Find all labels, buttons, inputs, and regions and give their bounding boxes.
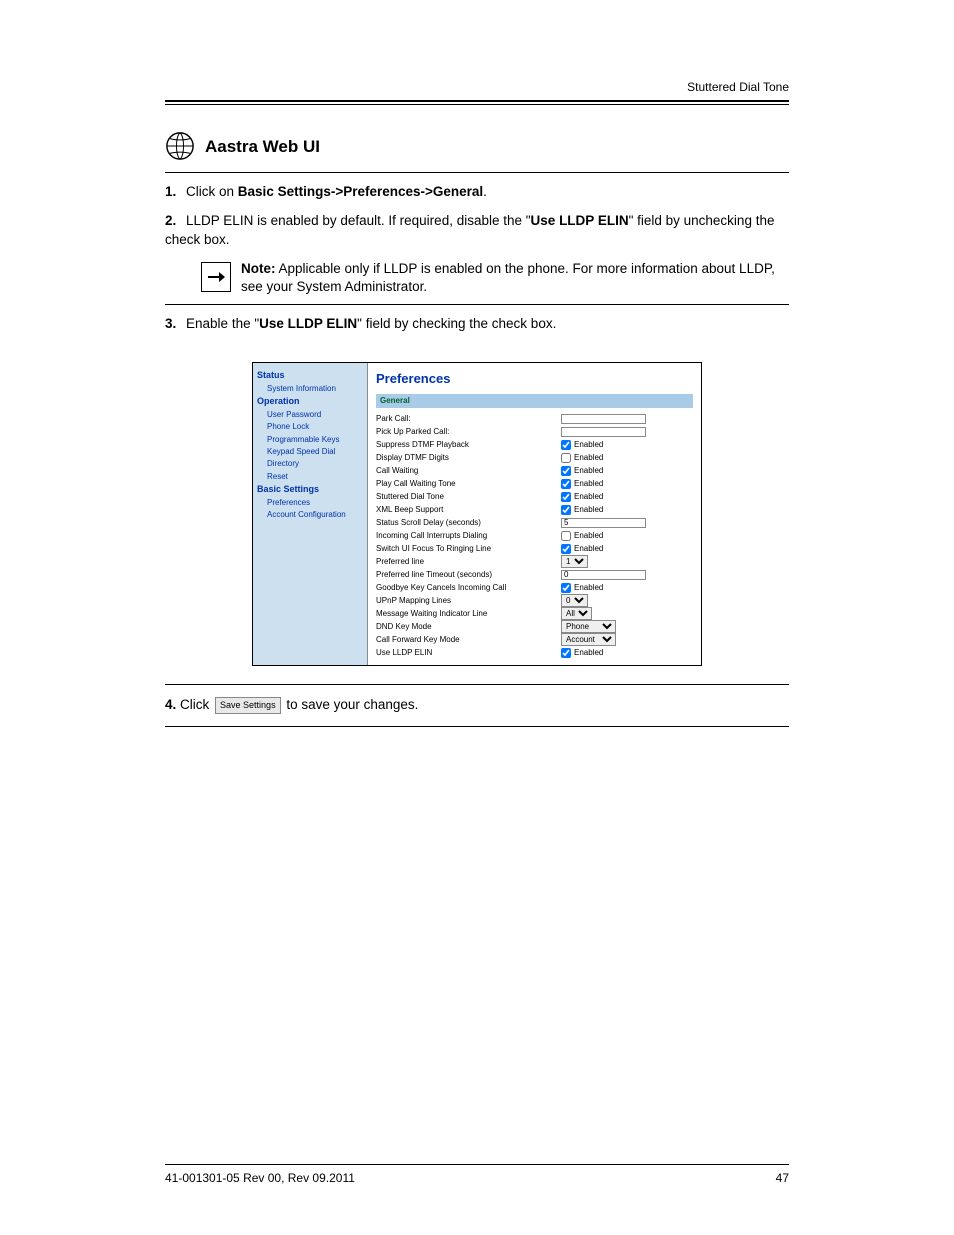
section-bar-general: General [376,394,693,408]
save-settings-button[interactable]: Save Settings [215,697,281,715]
page-footer: 41-001301-05 Rev 00, Rev 09.2011 47 [165,1164,789,1185]
step-rule-end [165,726,789,727]
gk-check[interactable] [561,583,571,593]
lbl-plt: Preferred line Timeout (seconds) [376,570,561,580]
step-rule-bottom [165,684,789,685]
sidebar-item-directory[interactable]: Directory [257,458,363,470]
lbl-lldp: Use LLDP ELIN [376,648,561,658]
step-2: 2. LLDP ELIN is enabled by default. If r… [165,212,789,250]
step-4: 4. Click Save Settings to save your chan… [165,695,789,715]
arrow-right-icon [201,262,231,292]
header-rule-thick [165,100,789,102]
step-1: 1. Click on Basic Settings->Preferences-… [165,183,789,202]
lbl-park: Park Call: [376,414,561,424]
lbl-pickup: Pick Up Parked Call: [376,427,561,437]
lbl-ssd: Status Scroll Delay (seconds) [376,518,561,528]
lbl-mwi: Message Waiting Indicator Line [376,609,561,619]
lbl-cfkm: Call Forward Key Mode [376,635,561,645]
pcwt-check[interactable] [561,479,571,489]
sidebar-item-speeddial[interactable]: Keypad Speed Dial [257,446,363,458]
lbl-suf: Switch UI Focus To Ringing Line [376,544,561,554]
section-title: Aastra Web UI [205,131,320,157]
step-rule-top [165,172,789,173]
suf-check[interactable] [561,544,571,554]
step-3: 3. Enable the "Use LLDP ELIN" field by c… [165,315,789,334]
mwi-select[interactable]: All [561,607,592,620]
cfkm-select[interactable]: Account [561,633,616,646]
lbl-upnp: UPnP Mapping Lines [376,596,561,606]
globe-icon [165,131,195,164]
sidebar-item-userpwd[interactable]: User Password [257,409,363,421]
lbl-pcwt: Play Call Waiting Tone [376,479,561,489]
xml-check[interactable] [561,505,571,515]
step-rule-mid [165,304,789,305]
sidebar-status[interactable]: Status [257,369,363,383]
sidebar-item-prefs[interactable]: Preferences [257,497,363,509]
sidebar-item-reset[interactable]: Reset [257,471,363,483]
park-input[interactable] [561,414,646,424]
lbl-xml: XML Beep Support [376,505,561,515]
icid-check[interactable] [561,531,571,541]
cw-check[interactable] [561,466,571,476]
lbl-dnd: DND Key Mode [376,622,561,632]
lbl-sdt: Stuttered Dial Tone [376,492,561,502]
lbl-gk: Goodbye Key Cancels Incoming Call [376,583,561,593]
dtmf-check[interactable] [561,440,571,450]
sidebar-item-progkeys[interactable]: Programmable Keys [257,434,363,446]
lbl-dtmfd: Display DTMF Digits [376,453,561,463]
pl-select[interactable]: 1 [561,555,588,568]
sidebar-item-acct[interactable]: Account Configuration [257,509,363,521]
upnp-select[interactable]: 0 [561,594,588,607]
ssd-input[interactable] [561,518,646,528]
dnd-select[interactable]: Phone [561,620,616,633]
sidebar-operation[interactable]: Operation [257,395,363,409]
dtmfd-check[interactable] [561,453,571,463]
lldp-check[interactable] [561,648,571,658]
lbl-pl: Preferred line [376,557,561,567]
sidebar: Status System Information Operation User… [253,363,368,665]
sidebar-item-sysinfo[interactable]: System Information [257,383,363,395]
embedded-screenshot: Status System Information Operation User… [252,362,702,666]
footer-page: 47 [776,1171,789,1185]
sdt-check[interactable] [561,492,571,502]
lbl-dtmf: Suppress DTMF Playback [376,440,561,450]
lbl-icid: Incoming Call Interrupts Dialing [376,531,561,541]
plt-input[interactable] [561,570,646,580]
header-rule-thin [165,104,789,105]
header-section-name: Stuttered Dial Tone [165,80,789,94]
page-title: Preferences [376,371,693,388]
footer-left: 41-001301-05 Rev 00, Rev 09.2011 [165,1171,355,1185]
note-box: Note: Applicable only if LLDP is enabled… [201,260,789,296]
main-panel: Preferences General Park Call: Pick Up P… [368,363,701,665]
sidebar-basic[interactable]: Basic Settings [257,483,363,497]
sidebar-item-phonelock[interactable]: Phone Lock [257,421,363,433]
lbl-cw: Call Waiting [376,466,561,476]
pickup-input[interactable] [561,427,646,437]
